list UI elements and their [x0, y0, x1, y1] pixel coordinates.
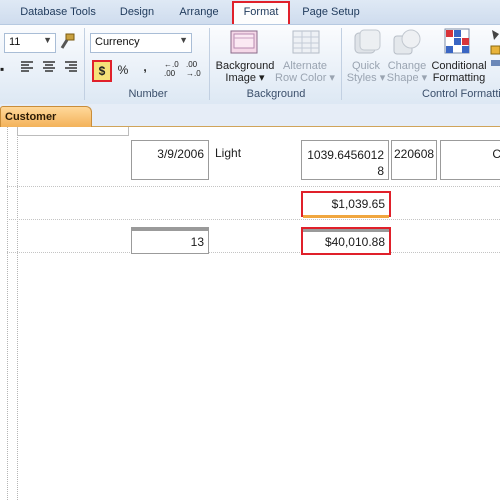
vertical-guide: [7, 127, 8, 500]
chevron-down-icon: ▼: [179, 35, 188, 45]
group-separator: [209, 28, 210, 100]
currency-button[interactable]: $: [92, 60, 112, 82]
background-group-label: Background: [246, 88, 306, 100]
amount-field[interactable]: 1039.6456012 8: [301, 140, 389, 180]
tab-format[interactable]: Format: [232, 1, 290, 24]
partial-value: C: [492, 147, 500, 161]
sum-amount-value: $1,039.65: [331, 197, 385, 211]
background-image-button[interactable]: Background Image ▾: [212, 60, 278, 84]
conditional-formatting-button[interactable]: Conditional Formatting: [428, 60, 490, 84]
alternate-row-color-button[interactable]: Alternate Row Color ▾: [274, 60, 336, 84]
change-shape-icon: [392, 28, 422, 58]
total-amount-value: $40,010.88: [324, 235, 385, 249]
decrease-decimals-button[interactable]: .00 →.0: [186, 60, 206, 80]
control-formatting-more-icon[interactable]: [488, 28, 500, 72]
change-shape-button[interactable]: Change Shape ▾: [386, 60, 428, 84]
number-group-label: Number: [128, 88, 168, 100]
conditional-formatting-icon[interactable]: [444, 28, 472, 58]
alternate-row-color-icon: [292, 30, 320, 56]
chevron-down-icon: ▼: [43, 35, 52, 45]
comma-button[interactable]: ,: [136, 58, 154, 76]
report-header-field[interactable]: [17, 127, 129, 136]
align-right-icon[interactable]: [64, 60, 80, 76]
format-painter-icon[interactable]: [58, 33, 78, 51]
percent-button[interactable]: %: [114, 61, 132, 79]
format-combo[interactable]: Currency ▼: [90, 33, 192, 53]
control-formatting-group-label: Control Formatti: [422, 88, 500, 100]
quick-styles-icon: [352, 28, 382, 58]
amount-raw-value: 1039.6456012 8: [307, 148, 384, 178]
sum-amount-field[interactable]: $1,039.65: [301, 191, 391, 217]
document-tab[interactable]: Customer Orders: [0, 106, 92, 143]
tab-database-tools[interactable]: Database Tools: [12, 3, 104, 22]
code-value: 220608: [394, 147, 435, 161]
section-divider: [7, 219, 500, 220]
vertical-guide: [17, 127, 18, 500]
order-date-value: 3/9/2006: [157, 147, 204, 161]
align-bullet-icon[interactable]: ▪: [0, 62, 8, 76]
report-design-canvas[interactable]: [0, 127, 500, 500]
count-value: 13: [190, 235, 204, 249]
quick-styles-button[interactable]: Quick Styles ▾: [346, 60, 386, 84]
selection-indicator: [303, 215, 389, 218]
font-size-combo[interactable]: 11 ▼: [4, 33, 56, 53]
tab-arrange[interactable]: Arrange: [170, 3, 228, 22]
align-center-icon[interactable]: [42, 60, 58, 76]
total-amount-field[interactable]: $40,010.88: [301, 227, 391, 255]
count-field[interactable]: 13: [131, 230, 209, 254]
format-combo-value: Currency: [95, 36, 140, 48]
code-field[interactable]: 220608: [391, 140, 437, 180]
shipping-field[interactable]: Light: [215, 146, 241, 160]
font-size-value: 11: [9, 36, 21, 48]
align-left-icon[interactable]: [20, 60, 36, 76]
field-top-bar: [303, 229, 389, 232]
section-divider: [7, 186, 500, 187]
tab-page-setup[interactable]: Page Setup: [296, 3, 366, 22]
group-separator: [84, 28, 85, 100]
tab-design[interactable]: Design: [110, 3, 164, 22]
section-divider: [7, 252, 500, 253]
group-separator: [341, 28, 342, 100]
background-image-icon[interactable]: [230, 30, 258, 56]
order-date-field[interactable]: 3/9/2006: [131, 140, 209, 180]
increase-decimals-button[interactable]: ←.0 .00: [164, 60, 184, 80]
partial-field[interactable]: C: [440, 140, 500, 180]
